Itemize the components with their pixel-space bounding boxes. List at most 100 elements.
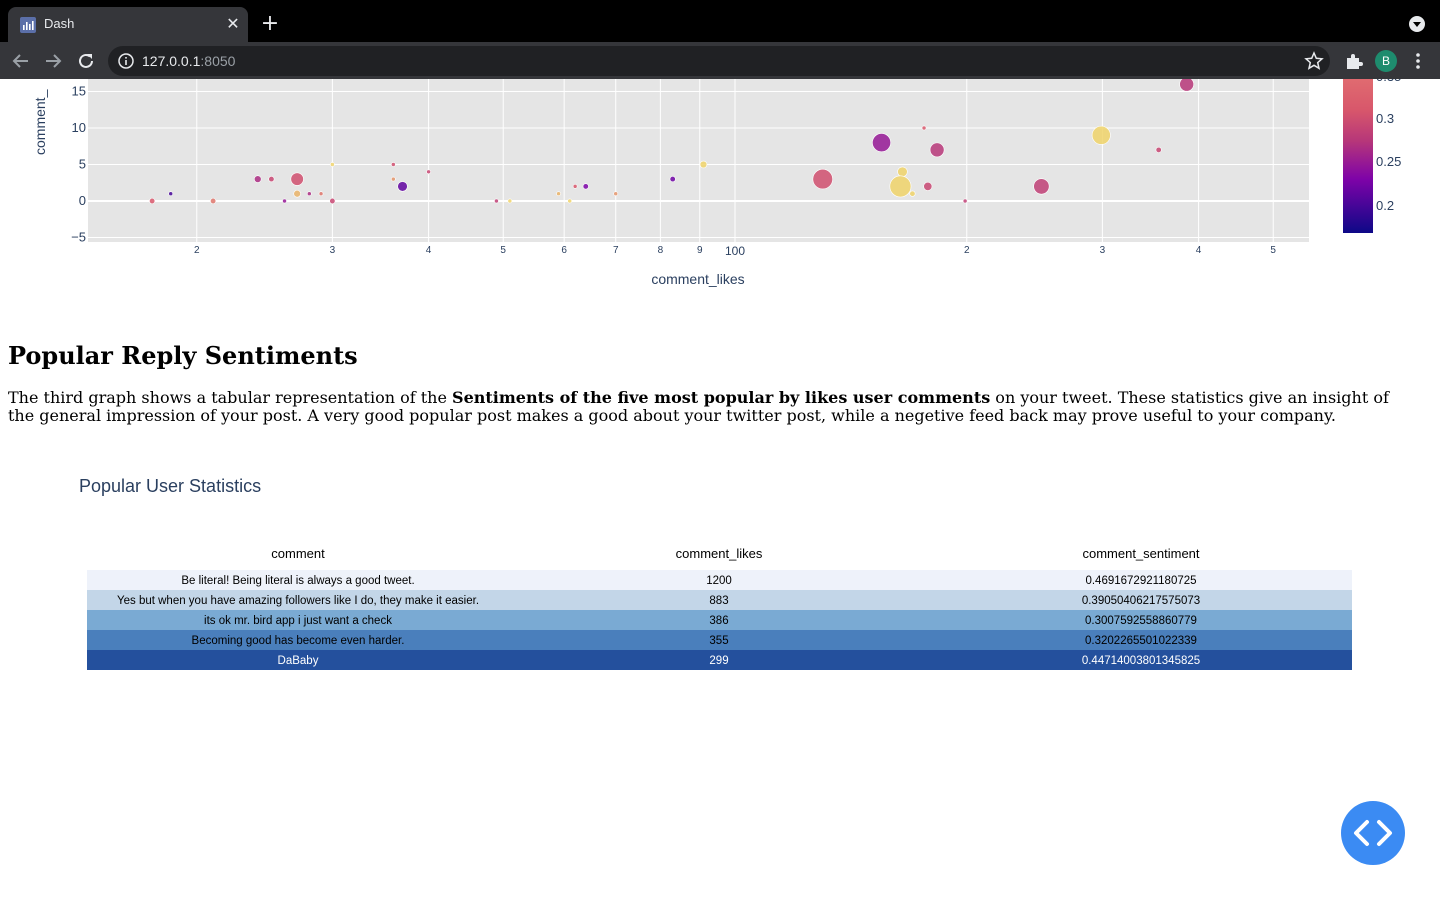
scatter-point (1179, 79, 1194, 92)
url-port: :8050 (200, 53, 236, 69)
scatter-point (391, 162, 396, 167)
scatter-point (669, 176, 676, 183)
scatter-point (572, 184, 578, 189)
scatter-point (923, 181, 933, 191)
table-header-cell: comment_likes (676, 546, 763, 561)
scatter-point (507, 198, 513, 204)
site-info-icon[interactable] (118, 53, 134, 69)
scatter-point (1033, 178, 1050, 195)
extensions-puzzle-icon[interactable] (1344, 51, 1364, 71)
forward-arrow-icon[interactable] (40, 48, 66, 74)
table-cell: DaBaby (278, 655, 319, 667)
scatter-point (210, 197, 217, 205)
scatter-point (909, 190, 916, 197)
scatter-point (318, 191, 324, 197)
x-tick-label: 2 (964, 245, 970, 256)
tab-title: Dash (44, 16, 75, 31)
x-tick-label: 100 (725, 244, 745, 258)
colorbar-tick-label: 0.25 (1376, 154, 1401, 169)
scatter-point (582, 183, 589, 190)
browser-toolbar: 127.0.0.1:8050 B (0, 42, 1440, 79)
scatter-point (962, 198, 968, 204)
code-brackets-icon (1354, 820, 1392, 846)
colorbar-tick-label: 0.2 (1376, 198, 1394, 213)
dash-favicon-icon (20, 17, 36, 33)
browser-menu-icon[interactable] (1410, 51, 1426, 71)
y-tick-label: 5 (79, 157, 86, 172)
scatter-point (494, 198, 499, 204)
section-heading: Popular Reply Sentiments (8, 341, 358, 370)
table-cell: 0.44714003801345825 (1082, 655, 1200, 667)
table-cell: 0.3202265501022339 (1085, 635, 1197, 647)
scatter-point (268, 176, 275, 183)
x-axis-title: comment_likes (651, 271, 744, 287)
url-host: 127.0.0.1 (142, 53, 201, 69)
browser-tab[interactable]: Dash ✕ (8, 7, 248, 42)
table-header-cell: comment (271, 546, 325, 561)
y-tick-label: 0 (79, 193, 86, 208)
page-viewport: 2 3 4 5 6 7 8 9 100 2 3 4 5 15 10 5 0 −5 comment_likes comm… (0, 79, 1440, 900)
scatter-point (293, 189, 301, 198)
table-cell: 0.3007592558860779 (1085, 615, 1197, 627)
x-tick-label: 5 (500, 245, 506, 256)
table-cell: 1200 (706, 575, 732, 587)
x-tick-label: 3 (1100, 245, 1106, 256)
reload-icon[interactable] (73, 48, 99, 74)
scatter-point (812, 168, 833, 190)
table-cell: Be literal! Being literal is always a go… (181, 575, 414, 587)
scatter-point (872, 133, 892, 153)
table-cell: Yes but when you have amazing followers … (117, 595, 479, 607)
x-tick-label: 8 (658, 245, 664, 256)
table-cell: 0.4691672921180725 (1085, 575, 1196, 587)
y-tick-label: 15 (72, 84, 86, 99)
scatter-point (613, 191, 619, 197)
x-tick-label: 4 (426, 245, 432, 256)
table-cell: 355 (709, 635, 728, 647)
tab-search-icon[interactable] (1408, 15, 1426, 33)
colorbar-tick-label: 0.3 (1376, 111, 1394, 126)
scatter-point (391, 176, 396, 182)
close-tab-icon[interactable]: ✕ (224, 15, 242, 33)
address-bar[interactable]: 127.0.0.1:8050 (108, 46, 1330, 76)
x-tick-label: 7 (613, 245, 619, 256)
scatter-point (929, 142, 945, 158)
new-tab-icon[interactable]: + (258, 12, 282, 36)
colorbar-tick-label: 0.35 (1376, 79, 1401, 84)
dev-tools-button[interactable] (1341, 801, 1405, 865)
table-cell: 0.39050406217575073 (1082, 595, 1200, 607)
scatter-point (306, 191, 312, 197)
table-cell: 299 (709, 655, 728, 667)
scatter-point (699, 160, 708, 169)
scatter-point (567, 198, 573, 204)
bookmark-star-icon[interactable] (1304, 51, 1324, 71)
scatter-point (1155, 146, 1162, 153)
section-description: The third graph shows a tabular represen… (8, 389, 1418, 425)
table-cell: Becoming good has become even harder. (192, 635, 405, 647)
x-tick-label: 3 (330, 245, 336, 256)
popular-user-table[interactable]: comment comment_likes comment_sentiment Be … (0, 464, 1440, 694)
x-tick-label: 2 (194, 245, 200, 256)
browser-tab-strip: Dash ✕ + (0, 0, 1440, 42)
colorbar (1343, 79, 1373, 233)
scatter-point (168, 191, 174, 197)
para-bold: Sentiments of the five most popular by l… (452, 388, 991, 407)
scatter-point (329, 197, 336, 205)
table-cell: 883 (709, 595, 728, 607)
scatter-point (254, 175, 262, 183)
back-arrow-icon[interactable] (8, 48, 34, 74)
scatter-point (897, 166, 908, 177)
para-before: The third graph shows a tabular represen… (8, 388, 453, 407)
y-axis-title: comment_ (32, 89, 48, 155)
x-tick-label: 6 (561, 245, 567, 256)
bubble-scatter-chart[interactable]: 2 3 4 5 6 7 8 9 100 2 3 4 5 15 10 5 0 −5 comment_likes comm… (0, 79, 1440, 309)
x-tick-label: 4 (1196, 245, 1202, 256)
table-header-cell: comment_sentiment (1082, 546, 1199, 561)
profile-avatar[interactable]: B (1375, 50, 1397, 72)
x-tick-label: 5 (1270, 245, 1276, 256)
table-cell: its ok mr. bird app i just want a check (204, 615, 392, 627)
y-tick-label: −5 (71, 230, 86, 245)
scatter-point (921, 125, 927, 131)
url-text: 127.0.0.1:8050 (142, 53, 235, 69)
table-cell: 386 (709, 615, 728, 627)
plot-area (88, 79, 1309, 242)
